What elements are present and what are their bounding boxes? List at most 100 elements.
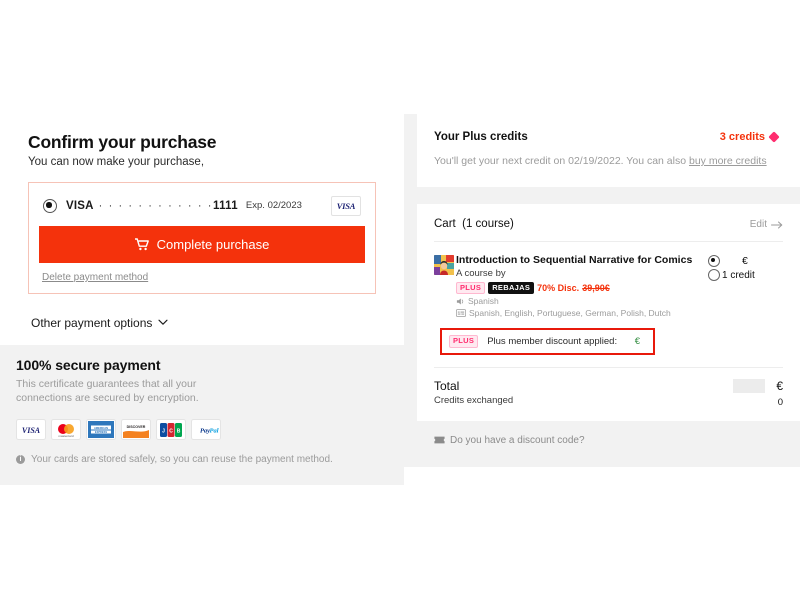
sale-badge: REBAJAS <box>488 282 535 295</box>
cart-header: Cart (1 course) Edit <box>434 218 783 242</box>
svg-text:mastercard: mastercard <box>58 434 73 438</box>
discount-percent: 70% Disc. <box>537 283 580 294</box>
secure-payment-title: 100% secure payment <box>16 357 161 373</box>
cart-course-row: Introduction to Sequential Narrative for… <box>434 242 783 326</box>
next-credit-text: You'll get your next credit on 02/19/202… <box>434 155 689 167</box>
arrow-right-icon <box>771 221 783 228</box>
accepted-cards-row: VISA mastercard AMERICAN EXPRESS DISCOVE… <box>16 419 382 441</box>
course-badges: PLUS REBAJAS 70% Disc. 39,90€ <box>456 282 704 295</box>
audio-language-label: Spanish <box>468 296 499 307</box>
discover-card-icon: DISCOVER <box>121 419 151 441</box>
course-info: Introduction to Sequential Narrative for… <box>454 254 704 318</box>
course-thumbnail <box>434 255 454 275</box>
svg-text:Pal: Pal <box>209 427 218 434</box>
next-credit-info: You'll get your next credit on 02/19/202… <box>434 155 778 167</box>
svg-text:DISCOVER: DISCOVER <box>127 425 146 429</box>
plus-credits-header: Your Plus credits 3 credits <box>434 131 780 143</box>
svg-text:EXPRESS: EXPRESS <box>95 430 108 434</box>
card-brand-label: VISA <box>66 199 94 212</box>
card-separator <box>417 187 800 204</box>
chevron-down-icon <box>158 320 168 326</box>
total-label: Total <box>434 378 460 393</box>
course-audio-language: Spanish <box>456 296 704 306</box>
card-last4: 1111 <box>213 199 238 212</box>
complete-purchase-label: Complete purchase <box>156 236 270 252</box>
cart-title-label: Cart <box>434 218 456 230</box>
diamond-icon <box>768 131 780 143</box>
card-masked-digits: · · · · · · · · · · · · <box>98 199 214 212</box>
stored-cards-note: i Your cards are stored safely, so you c… <box>16 454 382 465</box>
discount-code-label: Do you have a discount code? <box>450 434 585 446</box>
original-price: 39,90€ <box>582 283 610 294</box>
page-title: Confirm your purchase <box>28 132 217 152</box>
credits-exchanged-label: Credits exchanged <box>434 394 514 406</box>
totals-values: € 0 <box>673 378 783 408</box>
audio-icon <box>456 298 464 305</box>
svg-text:J: J <box>162 428 165 434</box>
credit-option-radio[interactable] <box>708 269 720 281</box>
buy-more-credits-link[interactable]: buy more credits <box>689 155 767 167</box>
svg-text:AMERICAN: AMERICAN <box>94 426 108 430</box>
saved-card-radio[interactable] <box>43 198 57 213</box>
secure-payment-description: This certificate guarantees that all you… <box>16 378 199 405</box>
plus-badge: PLUS <box>456 282 486 295</box>
plus-discount-label: Plus member discount applied: <box>487 336 618 347</box>
page-subtitle: You can now make your purchase, <box>28 155 205 168</box>
confirm-purchase-card: Confirm your purchase You can now make y… <box>0 114 404 358</box>
total-currency: € <box>776 378 783 393</box>
plus-credits-count: 3 credits <box>719 131 780 143</box>
card-expiry: Exp. 02/2023 <box>245 200 302 212</box>
shopping-cart-icon <box>134 238 149 251</box>
subtitle-languages-label: Spanish, English, Portuguese, German, Po… <box>469 308 671 319</box>
svg-text:VISA: VISA <box>22 426 41 435</box>
plus-discount-applied-row: PLUS Plus member discount applied: € <box>440 328 655 355</box>
other-payment-options-toggle[interactable]: Other payment options <box>31 316 168 330</box>
visa-card-icon: VISA <box>16 419 46 441</box>
svg-text:C: C <box>169 428 173 434</box>
credit-option-label: 1 credit <box>722 269 755 281</box>
pay-with-credit-option[interactable]: 1 credit <box>708 268 783 282</box>
secure-payment-section: 100% secure payment This certificate gua… <box>0 345 404 486</box>
saved-card-row[interactable]: VISA · · · · · · · · · · · · 1111 Exp. 0… <box>39 193 365 226</box>
totals-labels: Total Credits exchanged <box>434 379 673 406</box>
info-icon: i <box>16 455 25 465</box>
ticket-icon <box>434 436 445 444</box>
plus-credits-title: Your Plus credits <box>434 131 528 143</box>
cart-edit-label: Edit <box>749 219 767 230</box>
pay-with-money-option[interactable]: € <box>708 254 783 268</box>
delete-payment-method-link[interactable]: Delete payment method <box>42 272 148 283</box>
background-gap <box>404 114 417 467</box>
checkout-page: Confirm your purchase You can now make y… <box>0 0 800 600</box>
visa-logo-text: VISA <box>336 200 356 211</box>
money-option-radio[interactable] <box>708 255 720 267</box>
paypal-card-icon: Pay Pal <box>191 419 221 441</box>
jcb-card-icon: J C B <box>156 419 186 441</box>
cart-card: Cart (1 course) Edit Introduction to Seq… <box>417 204 800 421</box>
left-column: Confirm your purchase You can now make y… <box>0 114 404 358</box>
stored-cards-note-label: Your cards are stored safely, so you can… <box>31 454 333 466</box>
plus-credits-count-label: 3 credits <box>719 131 765 143</box>
course-title[interactable]: Introduction to Sequential Narrative for… <box>456 254 704 267</box>
credits-exchanged-value: 0 <box>777 396 783 408</box>
cart-count-label: (1 course) <box>462 218 514 230</box>
plus-discount-badge: PLUS <box>449 335 479 348</box>
plus-discount-amount: € <box>634 336 640 347</box>
money-option-currency: € <box>742 255 748 267</box>
cart-edit-link[interactable]: Edit <box>750 219 783 230</box>
amex-card-icon: AMERICAN EXPRESS <box>86 419 116 441</box>
course-subtitle-languages: Spanish, English, Portuguese, German, Po… <box>456 308 704 318</box>
visa-logo-icon: VISA <box>331 195 361 216</box>
cart-totals: Total Credits exchanged € 0 <box>434 366 783 421</box>
course-payment-options: € 1 credit <box>704 254 783 318</box>
discount-code-link[interactable]: Do you have a discount code? <box>434 435 585 446</box>
svg-text:B: B <box>177 428 181 434</box>
cart-title: Cart (1 course) <box>434 218 514 230</box>
course-author-line: A course by <box>456 268 506 280</box>
right-column: Your Plus credits 3 credits You'll get y… <box>417 114 800 449</box>
mastercard-card-icon: mastercard <box>51 419 81 441</box>
payment-method-box: VISA · · · · · · · · · · · · 1111 Exp. 0… <box>28 181 376 294</box>
other-payment-options-label: Other payment options <box>31 315 153 330</box>
plus-credits-card: Your Plus credits 3 credits You'll get y… <box>417 114 800 187</box>
subtitles-icon <box>456 309 466 318</box>
complete-purchase-button[interactable]: Complete purchase <box>39 225 365 263</box>
